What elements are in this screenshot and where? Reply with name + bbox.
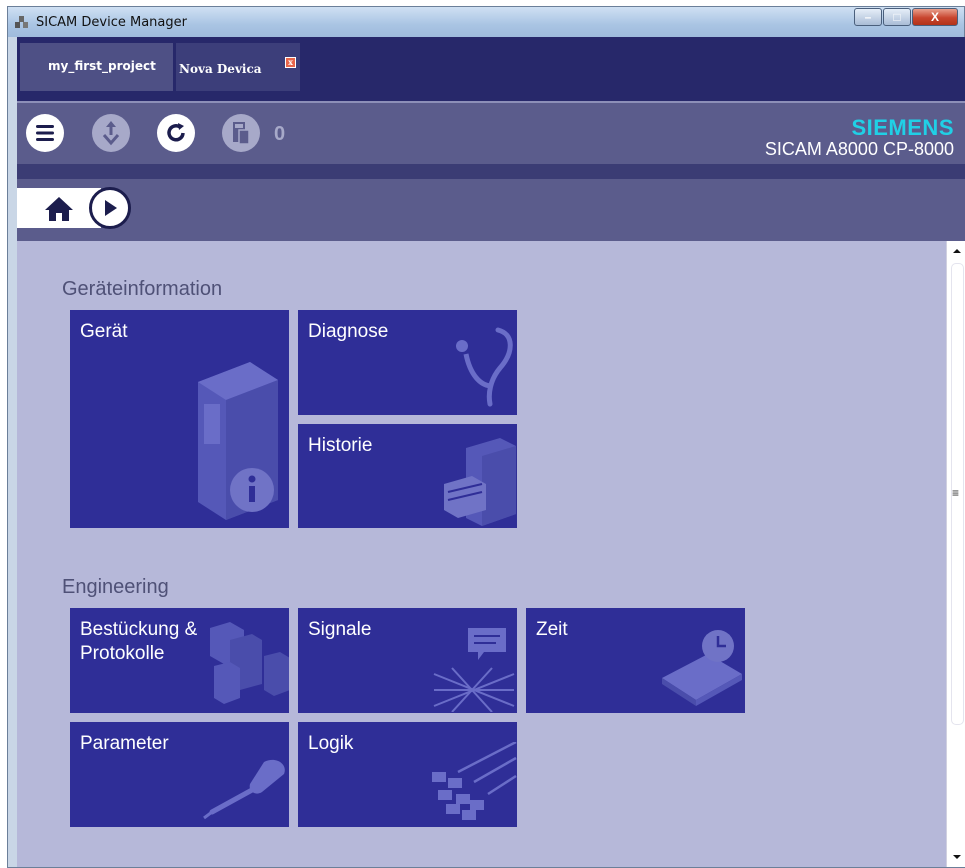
maximize-button[interactable]: □ [883, 8, 911, 26]
window-title: SICAM Device Manager [36, 15, 187, 30]
tile-bestueckung-protokolle[interactable]: Bestückung & Protokolle [70, 608, 289, 713]
tile-diagnose[interactable]: Diagnose [298, 310, 517, 415]
scroll-up-icon[interactable] [947, 241, 965, 261]
pending-count: 0 [274, 123, 286, 145]
minimize-icon: – [864, 10, 872, 24]
toolbar: 0 SIEMENS SICAM A8000 CP-8000 [17, 101, 965, 164]
device-load-icon[interactable] [221, 113, 261, 153]
refresh-icon[interactable] [156, 113, 196, 153]
minimize-button[interactable]: – [854, 8, 882, 26]
scroll-grip-icon: ≡ [952, 486, 960, 500]
tile-signale[interactable]: Signale [298, 608, 517, 713]
tab-my-first-project[interactable]: my_first_project [20, 43, 173, 91]
scroll-down-icon[interactable] [947, 847, 965, 867]
tile-geraet[interactable]: Gerät [70, 310, 289, 528]
tab-label: my_first_project [48, 59, 156, 73]
section-title-geraeteinformation: Geräteinformation [62, 278, 223, 300]
menu-icon[interactable] [25, 113, 65, 153]
breadcrumb [17, 179, 965, 241]
tile-zeit[interactable]: Zeit [526, 608, 745, 713]
header-divider [17, 164, 965, 179]
chevron-right-icon [105, 200, 117, 216]
close-button[interactable]: X [912, 8, 958, 26]
download-icon[interactable] [91, 113, 131, 153]
brand-block: SIEMENS SICAM A8000 CP-8000 [765, 115, 954, 160]
dashboard: Geräteinformation Gerät Diagnose Histori… [17, 241, 941, 867]
project-tabs: my_first_project Nova Devica x [17, 37, 965, 101]
forward-button[interactable] [89, 187, 131, 229]
device-content: 0 SIEMENS SICAM A8000 CP-8000 Geräteinfo… [17, 101, 965, 867]
tab-nova-devica[interactable]: Nova Devica x [176, 43, 300, 91]
section-title-engineering: Engineering [62, 576, 169, 598]
modules-icon [210, 622, 289, 704]
signal-network-icon [433, 628, 515, 712]
tab-close-icon[interactable]: x [285, 57, 296, 68]
window-controls: – □ X [853, 8, 958, 26]
stethoscope-icon [456, 327, 513, 407]
app-logo-icon [15, 16, 28, 28]
siemens-logo: SIEMENS [851, 115, 954, 140]
tile-historie[interactable]: Historie [298, 424, 517, 528]
title-bar[interactable]: SICAM Device Manager – □ X [8, 7, 964, 37]
tile-logik[interactable]: Logik [298, 722, 517, 827]
app-window: SICAM Device Manager – □ X my_first_proj… [7, 6, 965, 868]
calendar-clock-icon [662, 630, 742, 706]
tile-label: Parameter [80, 733, 169, 754]
screwdriver-icon [203, 759, 285, 820]
logic-connectors-icon [432, 742, 517, 820]
device-model: SICAM A8000 CP-8000 [764, 139, 954, 159]
maximize-icon: □ [893, 10, 901, 24]
tab-label: Nova Devica [179, 62, 262, 76]
file-cabinet-icon [444, 438, 516, 526]
vertical-scrollbar[interactable]: ≡ [946, 241, 965, 867]
tile-parameter[interactable]: Parameter [70, 722, 289, 827]
home-icon [45, 197, 73, 221]
close-icon: X [930, 10, 939, 24]
device-cabinet-icon [198, 362, 278, 520]
